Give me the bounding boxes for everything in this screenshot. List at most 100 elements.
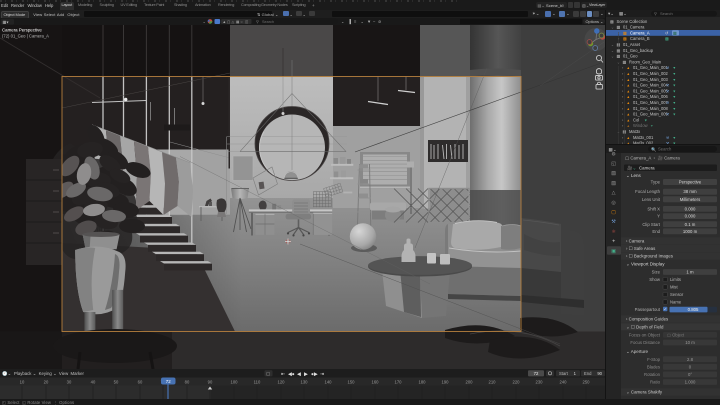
- svg-text:› Composition Guides: › Composition Guides: [626, 316, 669, 321]
- svg-text:▼: ▼: [673, 66, 677, 70]
- svg-text:Mist: Mist: [670, 284, 679, 289]
- svg-text:Limits: Limits: [670, 277, 681, 282]
- svg-text:Show: Show: [649, 277, 661, 282]
- svg-text:●▶: ●▶: [311, 371, 318, 377]
- svg-text:01_Geo_Main_003: 01_Geo_Main_003: [633, 77, 669, 82]
- svg-text:⚒: ⚒: [666, 101, 670, 105]
- svg-text:01_Asset: 01_Asset: [623, 42, 641, 47]
- svg-text:▼: ▼: [673, 78, 677, 82]
- svg-text:›: ›: [622, 136, 624, 140]
- svg-text:Mat3x: Mat3x: [629, 129, 640, 134]
- svg-text:Start: Start: [559, 371, 569, 376]
- svg-text:170: 170: [395, 379, 403, 384]
- svg-text:⚲: ⚲: [256, 18, 259, 23]
- svg-text:✦: ✦: [611, 238, 615, 244]
- svg-text:Camera Perspective: Camera Perspective: [2, 27, 42, 32]
- svg-text:⌄: ⌄: [341, 19, 345, 24]
- svg-text:⌄ Lens: ⌄ Lens: [626, 172, 642, 177]
- svg-text:▼: ▼: [673, 95, 677, 99]
- svg-text:Perspective: Perspective: [679, 179, 702, 184]
- svg-text:Shift X: Shift X: [647, 206, 660, 211]
- svg-text:Room_Geo_Main: Room_Geo_Main: [629, 59, 662, 64]
- svg-text:0.1 m: 0.1 m: [685, 221, 696, 226]
- svg-text:⚒: ⚒: [666, 136, 670, 140]
- svg-text:🎥⌄: 🎥⌄: [627, 165, 636, 170]
- svg-text:▩: ▩: [673, 31, 677, 35]
- svg-text:▲: ▲: [223, 19, 227, 23]
- svg-text:◀: ◀: [297, 371, 301, 377]
- svg-text:Window: Window: [633, 123, 648, 128]
- svg-text:Focus on Object: Focus on Object: [629, 332, 661, 337]
- svg-text:⌄: ⌄: [203, 19, 206, 24]
- svg-text:Size: Size: [652, 269, 661, 274]
- svg-text:›: ›: [622, 101, 624, 105]
- svg-text:▩: ▩: [610, 19, 614, 24]
- svg-text:180: 180: [419, 379, 427, 384]
- svg-text:▩: ▩: [617, 54, 621, 59]
- svg-text:▼: ▼: [367, 18, 371, 23]
- svg-text:▧: ▧: [611, 170, 616, 176]
- svg-text:⌄: ⌄: [361, 19, 365, 24]
- svg-text:01_Geo_Main_006: 01_Geo_Main_006: [633, 94, 669, 99]
- svg-text:80: 80: [185, 379, 190, 384]
- svg-text:▦▾: ▦▾: [3, 19, 9, 24]
- svg-text:72: 72: [166, 378, 171, 383]
- svg-text:▲: ▲: [627, 84, 631, 88]
- svg-text:▩: ▩: [617, 25, 621, 30]
- svg-text:Options ⌄: Options ⌄: [586, 18, 604, 23]
- svg-text:120: 120: [278, 379, 286, 384]
- svg-text:▲: ▲: [627, 101, 631, 105]
- svg-text:1 m: 1 m: [686, 269, 694, 274]
- svg-text:Search: Search: [658, 146, 672, 151]
- svg-text:🔍: 🔍: [651, 145, 657, 151]
- svg-text:⚒: ⚒: [666, 142, 670, 144]
- svg-text:30: 30: [67, 379, 72, 384]
- svg-text:›: ›: [622, 72, 624, 76]
- svg-text:⚲: ⚲: [654, 11, 657, 16]
- svg-text:▢: ▢: [611, 209, 616, 215]
- svg-text:End: End: [652, 228, 660, 233]
- svg-text:▲: ▲: [627, 113, 631, 117]
- svg-text:Passepartout: Passepartout: [635, 307, 661, 312]
- svg-text:▲: ▲: [627, 107, 631, 111]
- svg-text:01_Geo_Main_007: 01_Geo_Main_007: [633, 100, 669, 105]
- svg-text:Lens Unit: Lens Unit: [642, 196, 661, 201]
- svg-text:◫: ◫: [245, 19, 249, 23]
- svg-text:F-Stop: F-Stop: [647, 356, 661, 361]
- svg-text:▩: ▩: [236, 19, 240, 23]
- svg-text:Clip Start: Clip Start: [642, 221, 660, 226]
- svg-text:01_Camera: 01_Camera: [623, 25, 645, 30]
- svg-text:Rotation: Rotation: [644, 372, 661, 377]
- svg-text:01_Geo_Main_002: 01_Geo_Main_002: [633, 71, 669, 76]
- svg-text:△: △: [612, 190, 616, 196]
- svg-text:0.000: 0.000: [685, 206, 696, 211]
- svg-text:▲: ▲: [627, 95, 631, 99]
- svg-text:›: ›: [622, 124, 624, 128]
- svg-text:72: 72: [534, 371, 539, 376]
- svg-text:Ratio: Ratio: [650, 379, 661, 384]
- svg-text:0.805: 0.805: [688, 307, 699, 312]
- svg-text:◀●: ◀●: [288, 371, 295, 377]
- svg-text:Name: Name: [670, 299, 682, 304]
- svg-text:▲: ▲: [627, 72, 631, 76]
- svg-text:⌄: ⌄: [617, 60, 620, 64]
- svg-text:›: ›: [622, 113, 624, 117]
- svg-text:▲: ▲: [627, 66, 631, 70]
- svg-text:50: 50: [114, 379, 119, 384]
- svg-text:▢: ▢: [266, 371, 270, 376]
- svg-text:1000 m: 1000 m: [683, 228, 698, 233]
- svg-text:Camera_A: Camera_A: [630, 30, 650, 35]
- svg-text:Camera_B: Camera_B: [630, 36, 650, 41]
- svg-text:130: 130: [301, 379, 309, 384]
- svg-text:▩: ▩: [665, 37, 669, 41]
- svg-text:0°: 0°: [688, 372, 692, 377]
- svg-text:▩⌄: ▩⌄: [609, 147, 617, 152]
- svg-text:160: 160: [372, 379, 380, 384]
- svg-text:▲: ▲: [627, 124, 631, 128]
- svg-text:⌄ Camera Shakify: ⌄ Camera Shakify: [626, 389, 663, 394]
- svg-text:01_Geo_Main_004: 01_Geo_Main_004: [633, 83, 669, 88]
- svg-text:▢ Camera_A › 🎥 Camera: ▢ Camera_A › 🎥 Camera: [625, 155, 680, 160]
- svg-text:›: ›: [622, 118, 624, 122]
- svg-text:01_Geo: 01_Geo: [623, 54, 638, 59]
- svg-text:38 mm: 38 mm: [683, 189, 697, 194]
